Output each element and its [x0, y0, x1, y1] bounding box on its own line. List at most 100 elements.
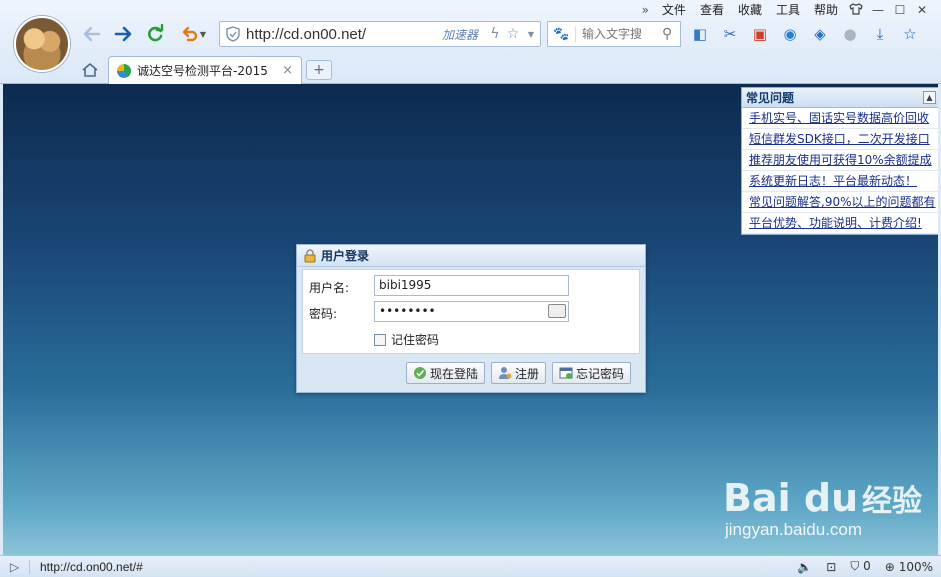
login-header: 用户登录: [297, 245, 645, 267]
device-icon[interactable]: ⊡: [826, 560, 836, 574]
window-icon: [559, 367, 573, 379]
chevron-down-icon[interactable]: ▼: [522, 30, 540, 39]
menu-file[interactable]: 文件: [655, 2, 693, 18]
faq-title: 常见问题: [746, 91, 795, 105]
register-button[interactable]: 注册: [490, 362, 546, 384]
zoom-level: 100%: [898, 559, 933, 574]
password-label: 密码:: [309, 307, 338, 321]
menu-bar: » 文件 查看 收藏 工具 帮助 — ☐ ✕: [636, 2, 933, 18]
menu-more-button[interactable]: »: [636, 2, 655, 18]
adblock-counter[interactable]: ⛉ 0: [850, 559, 870, 574]
star-icon[interactable]: ☆: [504, 26, 522, 42]
login-button[interactable]: 现在登陆: [405, 362, 485, 384]
chevron-down-icon: ▼: [199, 29, 207, 39]
faq-link[interactable]: 系统更新日志！平台最新动态！: [742, 171, 938, 192]
page-content: 常见问题 ▲ 手机实号、固话实号数据高价回收 短信群发SDK接口，二次开发接口 …: [3, 84, 938, 555]
login-dialog: 用户登录 用户名: bibi1995 密码: •••••••• 记住密码 现在登…: [296, 244, 646, 393]
menu-favorites[interactable]: 收藏: [731, 2, 769, 18]
forgot-password-label: 忘记密码: [575, 366, 624, 381]
tab-active[interactable]: 诚达空号检测平台-2015 ×: [108, 56, 302, 84]
tab-title: 诚达空号检测平台-2015: [137, 64, 268, 78]
faq-link[interactable]: 平台优势、功能说明、计费介绍!: [742, 213, 938, 234]
refresh-icon: [148, 24, 164, 42]
forward-button[interactable]: [111, 22, 135, 46]
username-label: 用户名:: [309, 281, 350, 295]
favorites-star-icon[interactable]: ☆: [899, 22, 921, 46]
arrow-left-icon: [83, 26, 101, 42]
login-form: 用户名: bibi1995 密码: •••••••• 记住密码: [302, 269, 640, 354]
faq-link[interactable]: 手机实号、固话实号数据高价回收: [742, 108, 938, 129]
site-favicon-icon: [117, 63, 131, 78]
back-button[interactable]: [80, 22, 104, 46]
close-window-button[interactable]: ✕: [911, 3, 933, 17]
status-url: http://cd.on00.net/#: [40, 559, 143, 574]
user-add-icon: [498, 367, 512, 379]
maximize-button[interactable]: ☐: [889, 3, 911, 17]
address-bar[interactable]: http://cd.on00.net/ 加速器 ϟ ☆ ▼: [219, 21, 541, 47]
password-value: ••••••••: [379, 304, 436, 318]
username-field[interactable]: bibi1995: [374, 275, 569, 296]
new-tab-button[interactable]: +: [306, 60, 332, 80]
url-text[interactable]: http://cd.on00.net/: [246, 26, 442, 43]
home-icon: [82, 63, 98, 77]
refresh-button[interactable]: [143, 22, 167, 46]
faq-link[interactable]: 短信群发SDK接口，二次开发接口: [742, 129, 938, 150]
scissors-icon[interactable]: ✂: [719, 22, 741, 46]
watermark-cn: 经验: [861, 484, 922, 519]
tab-row: 诚达空号检测平台-2015 × +: [0, 56, 941, 84]
minimize-button[interactable]: —: [867, 3, 889, 17]
more-icon[interactable]: ●: [839, 22, 861, 46]
faq-link[interactable]: 推荐朋友使用可获得10%余额提成: [742, 150, 938, 171]
menu-help[interactable]: 帮助: [807, 2, 845, 18]
status-right: 🔈 ⊡ ⛉ 0 ⊕ 100%: [797, 559, 933, 574]
toolbar-icons: ◧ ✂ ▣ ◉ ◈ ● ⤓ ☆: [689, 22, 921, 46]
search-icon[interactable]: ⚲: [662, 26, 680, 42]
accelerator-label[interactable]: 加速器: [442, 26, 478, 43]
search-plugin-icon[interactable]: ◉: [779, 22, 801, 46]
adblock-count: 0: [863, 559, 871, 573]
arrow-right-icon: [114, 26, 132, 42]
lightning-icon[interactable]: ϟ: [486, 26, 504, 42]
faq-link[interactable]: 常见问题解答,90%以上的问题都有: [742, 192, 938, 213]
menu-view[interactable]: 查看: [693, 2, 731, 18]
search-box: 🐾 ⚲: [547, 21, 681, 47]
menu-tools[interactable]: 工具: [769, 2, 807, 18]
zoom-control[interactable]: ⊕ 100%: [885, 560, 933, 574]
security-icon[interactable]: ◈: [809, 22, 831, 46]
lock-icon: [304, 248, 316, 262]
register-button-label: 注册: [514, 366, 539, 381]
login-buttons: 现在登陆 注册 忘记密码: [405, 362, 631, 384]
volume-icon[interactable]: 🔈: [797, 560, 812, 574]
undo-icon: [182, 26, 198, 42]
adblock-icon: ⛉: [850, 559, 860, 573]
remember-checkbox[interactable]: [374, 333, 386, 346]
browser-chrome: » 文件 查看 收藏 工具 帮助 — ☐ ✕ ▼ http://cd.on00.…: [0, 0, 941, 84]
zoom-icon: ⊕: [884, 559, 895, 574]
login-button-label: 现在登陆: [429, 366, 478, 381]
login-title: 用户登录: [321, 249, 370, 263]
status-bar: ▷ http://cd.on00.net/# 🔈 ⊡ ⛉ 0 ⊕ 100%: [0, 555, 941, 577]
password-field[interactable]: ••••••••: [374, 301, 569, 322]
undo-close-button[interactable]: ▼: [176, 22, 210, 46]
skin-icon[interactable]: [845, 2, 867, 18]
keyboard-icon[interactable]: [548, 304, 566, 318]
collapse-button[interactable]: ▲: [923, 91, 936, 104]
faq-panel: 常见问题 ▲ 手机实号、固话实号数据高价回收 短信群发SDK接口，二次开发接口 …: [741, 87, 938, 235]
forgot-password-button[interactable]: 忘记密码: [551, 362, 631, 384]
search-input[interactable]: [582, 27, 662, 41]
home-button[interactable]: [79, 59, 101, 81]
remember-password[interactable]: 记住密码: [374, 331, 439, 348]
screenshot-icon[interactable]: ▣: [749, 22, 771, 46]
watermark-brand: Bai du: [723, 476, 859, 520]
remember-label: 记住密码: [391, 333, 440, 347]
faq-header: 常见问题 ▲: [742, 88, 938, 108]
baidu-jingyan-watermark: Bai du 经验 jingyan.baidu.com: [723, 476, 923, 540]
sidebar-icon[interactable]: ◧: [689, 22, 711, 46]
paw-icon[interactable]: 🐾: [548, 26, 576, 42]
watermark-url: jingyan.baidu.com: [725, 520, 863, 539]
close-tab-icon[interactable]: ×: [282, 63, 293, 78]
shield-icon: [220, 26, 246, 42]
download-icon[interactable]: ⤓: [869, 22, 891, 46]
check-icon: [413, 367, 426, 379]
sidebar-toggle-icon[interactable]: ▷: [0, 559, 30, 574]
